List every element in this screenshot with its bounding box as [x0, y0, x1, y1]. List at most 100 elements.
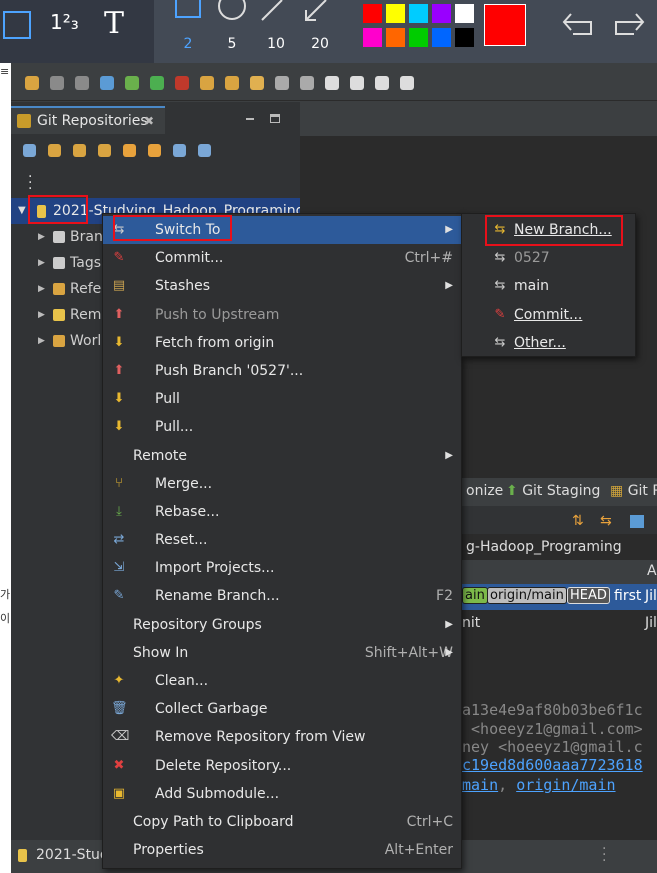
menu-item-reset[interactable]: ⇄ Reset...: [103, 526, 461, 554]
square-shape-icon[interactable]: [175, 0, 201, 18]
menu-item-copy-path-to-clipboard[interactable]: Copy Path to Clipboard Ctrl+C: [103, 808, 461, 836]
tab-git-staging[interactable]: ⬆ Git Staging: [506, 483, 600, 499]
menu-item-commit[interactable]: ✎ Commit... Ctrl+#: [103, 244, 461, 272]
menu-item-stashes[interactable]: ▤ Stashes ▶: [103, 272, 461, 300]
arrow-shape-icon[interactable]: [302, 0, 332, 22]
sync-icon[interactable]: ⇅: [572, 513, 584, 529]
link-editor-icon[interactable]: [148, 144, 161, 157]
minimize-icon[interactable]: [246, 118, 254, 120]
menu-item-push-branch-0527[interactable]: ⬆ Push Branch '0527'...: [103, 357, 461, 385]
pen-size-10[interactable]: 10: [261, 36, 291, 52]
menu-item-repository-groups[interactable]: Repository Groups ▶: [103, 611, 461, 639]
branch-icon: ⇆: [494, 250, 506, 266]
menu-item-properties[interactable]: Properties Alt+Enter: [103, 836, 461, 864]
new-wizard-icon[interactable]: [25, 76, 39, 90]
expand-icon[interactable]: ▶: [38, 328, 45, 354]
menu-item-merge[interactable]: ⑂ Merge...: [103, 470, 461, 498]
menu-item-pull[interactable]: ⬇ Pull...: [103, 413, 461, 441]
clean-icon: ✦: [113, 673, 125, 688]
menu-item-pull[interactable]: ⬇ Pull: [103, 385, 461, 413]
branch-link-origin-main[interactable]: origin/main: [516, 776, 615, 794]
menu-item-collect-garbage[interactable]: 🗑 Collect Garbage: [103, 695, 461, 723]
line-shape-icon[interactable]: [258, 0, 288, 22]
prev-annotation-icon[interactable]: [275, 76, 289, 90]
text-tool-button[interactable]: T: [104, 6, 124, 41]
menu-item-label: Show In: [133, 644, 189, 661]
menu-item-add-submodule[interactable]: ▣ Add Submodule...: [103, 780, 461, 808]
color-swatch[interactable]: [363, 4, 382, 23]
clone-repo-icon[interactable]: [73, 144, 86, 157]
view-menu-icon[interactable]: · · ·: [28, 170, 32, 196]
filter-icon[interactable]: [173, 144, 186, 157]
submenu-item-main[interactable]: ⇆ main: [462, 272, 635, 300]
compare-icon[interactable]: ⇆: [600, 513, 612, 529]
view-settings-icon[interactable]: [198, 144, 211, 157]
expand-icon[interactable]: ▶: [38, 224, 45, 250]
external-tools-icon[interactable]: [175, 76, 189, 90]
forward-icon[interactable]: [400, 76, 414, 90]
color-swatch[interactable]: [409, 28, 428, 47]
pull-dialog-icon: ⬇: [113, 419, 125, 435]
redo-icon[interactable]: [612, 10, 646, 38]
parent-link[interactable]: c19ed8d600aaa7723618: [462, 756, 643, 774]
commit-toolbar-icon[interactable]: [630, 515, 644, 528]
menu-item-rebase[interactable]: ⤓ Rebase...: [103, 498, 461, 526]
menu-item-rename-branch[interactable]: ✎ Rename Branch... F2: [103, 582, 461, 610]
submenu-item-other[interactable]: ⇆ Other...: [462, 329, 635, 357]
pen-size-2[interactable]: 2: [173, 36, 203, 52]
menu-item-clean[interactable]: ✦ Clean...: [103, 667, 461, 695]
rectangle-tool-icon[interactable]: [3, 11, 31, 39]
save-all-icon[interactable]: [75, 76, 89, 90]
numbering-tool-button[interactable]: 1²₃: [50, 10, 79, 34]
expand-icon[interactable]: ▶: [38, 250, 45, 276]
close-icon[interactable]: ✖: [144, 108, 154, 134]
status-menu-icon[interactable]: · · ·: [602, 842, 606, 868]
submenu-arrow-icon: ▶: [445, 224, 453, 235]
submenu-item-0527[interactable]: ⇆ 0527: [462, 244, 635, 272]
menu-item-push-to-upstream[interactable]: ⬆ Push to Upstream: [103, 301, 461, 329]
console-icon[interactable]: [100, 76, 114, 90]
color-swatch[interactable]: [409, 4, 428, 23]
submenu-item-commit[interactable]: ✎ Commit...: [462, 301, 635, 329]
menu-item-show-in[interactable]: Show In Shift+Alt+W ▶: [103, 639, 461, 667]
create-repo-icon[interactable]: [98, 144, 111, 157]
next-annotation-icon[interactable]: [300, 76, 314, 90]
undo-icon[interactable]: [561, 10, 595, 38]
tab-git-repositories[interactable]: Git Repositories ✖: [11, 106, 165, 134]
color-swatch[interactable]: [432, 28, 451, 47]
current-color-swatch[interactable]: [484, 4, 526, 46]
expand-icon[interactable]: ▶: [38, 302, 45, 328]
maximize-icon[interactable]: [270, 114, 280, 123]
debug-icon[interactable]: [125, 76, 139, 90]
expand-icon[interactable]: ▶: [38, 276, 45, 302]
menu-item-remove-repository-from-view[interactable]: ⌫ Remove Repository from View: [103, 723, 461, 751]
menu-item-remote[interactable]: Remote ▶: [103, 442, 461, 470]
back-icon[interactable]: [375, 76, 389, 90]
menu-item-fetch-from-origin[interactable]: ⬇ Fetch from origin: [103, 329, 461, 357]
refresh-icon[interactable]: [123, 144, 136, 157]
collapse-all-icon[interactable]: [23, 144, 36, 157]
color-swatch[interactable]: [455, 28, 474, 47]
open-type-icon[interactable]: [200, 76, 214, 90]
pen-size-20[interactable]: 20: [305, 36, 335, 52]
pen-size-5[interactable]: 5: [217, 36, 247, 52]
color-swatch[interactable]: [386, 4, 405, 23]
pen-icon[interactable]: [250, 76, 264, 90]
color-swatch[interactable]: [386, 28, 405, 47]
tab-git-reflog[interactable]: ▦ Git R: [610, 483, 657, 499]
color-swatch[interactable]: [432, 4, 451, 23]
add-repo-icon[interactable]: [48, 144, 61, 157]
menu-item-import-projects[interactable]: ⇲ Import Projects...: [103, 554, 461, 582]
color-swatch[interactable]: [455, 4, 474, 23]
menu-item-label: Import Projects...: [155, 560, 275, 577]
color-swatch[interactable]: [363, 28, 382, 47]
forward-edit-icon[interactable]: [350, 76, 364, 90]
menu-item-delete-repository[interactable]: ✖ Delete Repository...: [103, 752, 461, 780]
circle-shape-icon[interactable]: [218, 0, 246, 20]
run-icon[interactable]: [150, 76, 164, 90]
tab-synchronize[interactable]: onize: [466, 483, 503, 499]
branch-link-main[interactable]: main: [462, 776, 498, 794]
open-task-icon[interactable]: [225, 76, 239, 90]
save-icon[interactable]: [50, 76, 64, 90]
back-edit-icon[interactable]: [325, 76, 339, 90]
